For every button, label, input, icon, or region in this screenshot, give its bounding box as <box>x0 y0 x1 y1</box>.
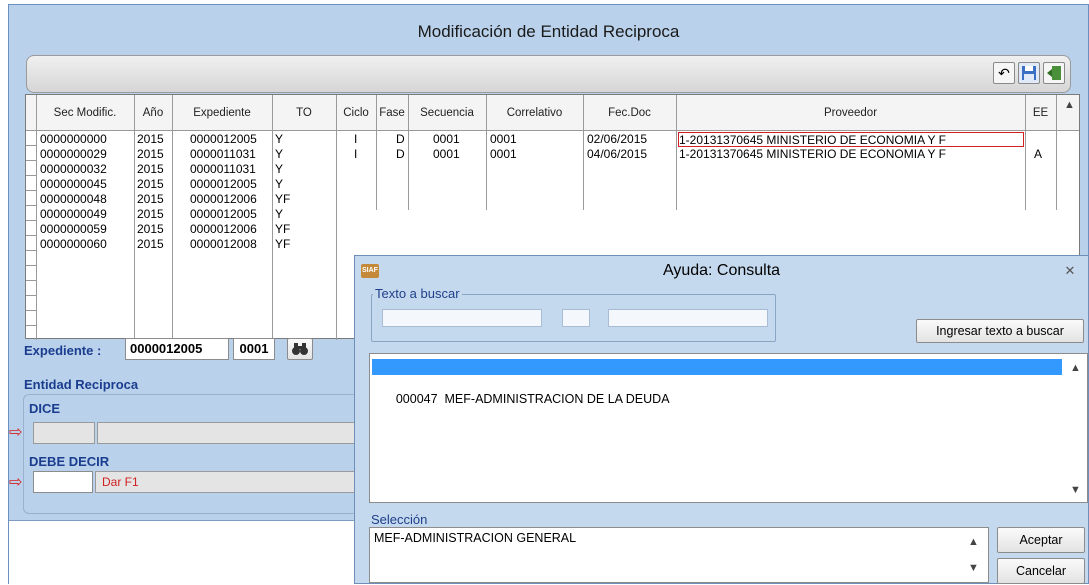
selection-label: Selección <box>371 512 428 527</box>
col-anio[interactable]: Año <box>134 95 172 131</box>
search-group: Texto a buscar <box>371 286 776 342</box>
debe-decir-code-input[interactable] <box>33 471 93 493</box>
selection-scroll-up-icon[interactable]: ▲ <box>968 536 979 548</box>
search-input-2[interactable] <box>562 309 590 327</box>
table-row[interactable]: 0000000000 2015 0000012005 Y I D 0001 00… <box>26 132 1056 147</box>
list-item[interactable]: 000046 MEF-ADMINISTRACION GENERAL <box>372 359 1062 390</box>
table-row[interactable]: 0000000049 2015 0000012005 Y <box>26 207 366 222</box>
selection-scroll-down-icon[interactable]: ▼ <box>968 562 979 574</box>
col-sec-modific[interactable]: Sec Modific. <box>36 95 134 131</box>
close-icon[interactable]: ✕ <box>1060 262 1080 280</box>
debe-decir-label: DEBE DECIR <box>29 454 110 469</box>
entidad-reciproca-label: Entidad Reciproca <box>24 377 139 392</box>
ayuda-consulta-dialog: SIAF Ayuda: Consulta ✕ Texto a buscar In… <box>354 255 1089 584</box>
col-fase[interactable]: Fase <box>376 95 408 131</box>
col-fecdoc[interactable]: Fec.Doc <box>583 95 676 131</box>
search-input-3[interactable] <box>608 309 768 327</box>
col-secuencia[interactable]: Secuencia <box>408 95 486 131</box>
accept-button[interactable]: Aceptar <box>997 527 1085 553</box>
col-ciclo[interactable]: Ciclo <box>336 95 376 131</box>
table-row[interactable]: 0000000060 2015 0000012008 YF <box>26 237 366 252</box>
list-scroll-up-icon[interactable]: ▲ <box>1070 362 1081 374</box>
table-row[interactable]: 0000000048 2015 0000012006 YF <box>26 192 366 207</box>
expediente-number-field[interactable]: 0000012005 <box>125 338 229 360</box>
selection-field[interactable]: MEF-ADMINISTRACION GENERAL ▲ ▼ <box>369 527 989 583</box>
grid-scroll-up-icon[interactable]: ▲ <box>1064 99 1075 111</box>
dice-code-field <box>33 422 95 444</box>
binoculars-icon[interactable] <box>287 338 313 360</box>
table-row[interactable]: 0000000032 2015 0000011031 Y <box>26 162 366 177</box>
expediente-seq-field[interactable]: 0001 <box>233 338 275 360</box>
dialog-title: Ayuda: Consulta <box>662 262 781 279</box>
toolbar: ↶ <box>26 55 1071 93</box>
col-to[interactable]: TO <box>272 95 336 131</box>
undo-icon[interactable]: ↶ <box>993 62 1015 84</box>
list-item[interactable]: 000047 MEF-ADMINISTRACION DE LA DEUDA <box>372 375 1062 406</box>
list-scroll-down-icon[interactable]: ▼ <box>1070 484 1081 496</box>
table-row[interactable]: 0000000059 2015 0000012006 YF <box>26 222 366 237</box>
col-ee[interactable]: EE <box>1025 95 1056 131</box>
results-list[interactable]: 000046 MEF-ADMINISTRACION GENERAL 000047… <box>369 353 1088 503</box>
bottom-area <box>9 521 355 585</box>
save-icon[interactable] <box>1018 62 1040 84</box>
table-row[interactable]: 0000000045 2015 0000012005 Y <box>26 177 366 192</box>
search-button[interactable]: Ingresar texto a buscar <box>916 319 1084 343</box>
dice-name-field <box>97 422 363 444</box>
dice-label: DICE <box>29 401 61 416</box>
search-input-1[interactable] <box>382 309 542 327</box>
window-title: Modificación de Entidad Reciproca <box>417 22 680 41</box>
exit-icon[interactable] <box>1043 62 1065 84</box>
arrow-right-icon: ⇨ <box>9 424 23 441</box>
col-proveedor[interactable]: Proveedor <box>676 95 1025 131</box>
arrow-right-icon: ⇨ <box>9 474 23 491</box>
col-expediente[interactable]: Expediente <box>172 95 272 131</box>
debe-decir-name-field[interactable]: Dar F1 <box>95 471 363 493</box>
cancel-button[interactable]: Cancelar <box>997 558 1085 584</box>
col-correlativo[interactable]: Correlativo <box>486 95 583 131</box>
expediente-label: Expediente : <box>24 343 102 358</box>
table-row[interactable]: 0000000029 2015 0000011031 Y I D 0001 00… <box>26 147 1056 162</box>
search-group-label: Texto a buscar <box>373 286 462 301</box>
proveedor-cell[interactable]: 1-20131370645 MINISTERIO DE ECONOMIA Y F <box>678 132 1024 147</box>
